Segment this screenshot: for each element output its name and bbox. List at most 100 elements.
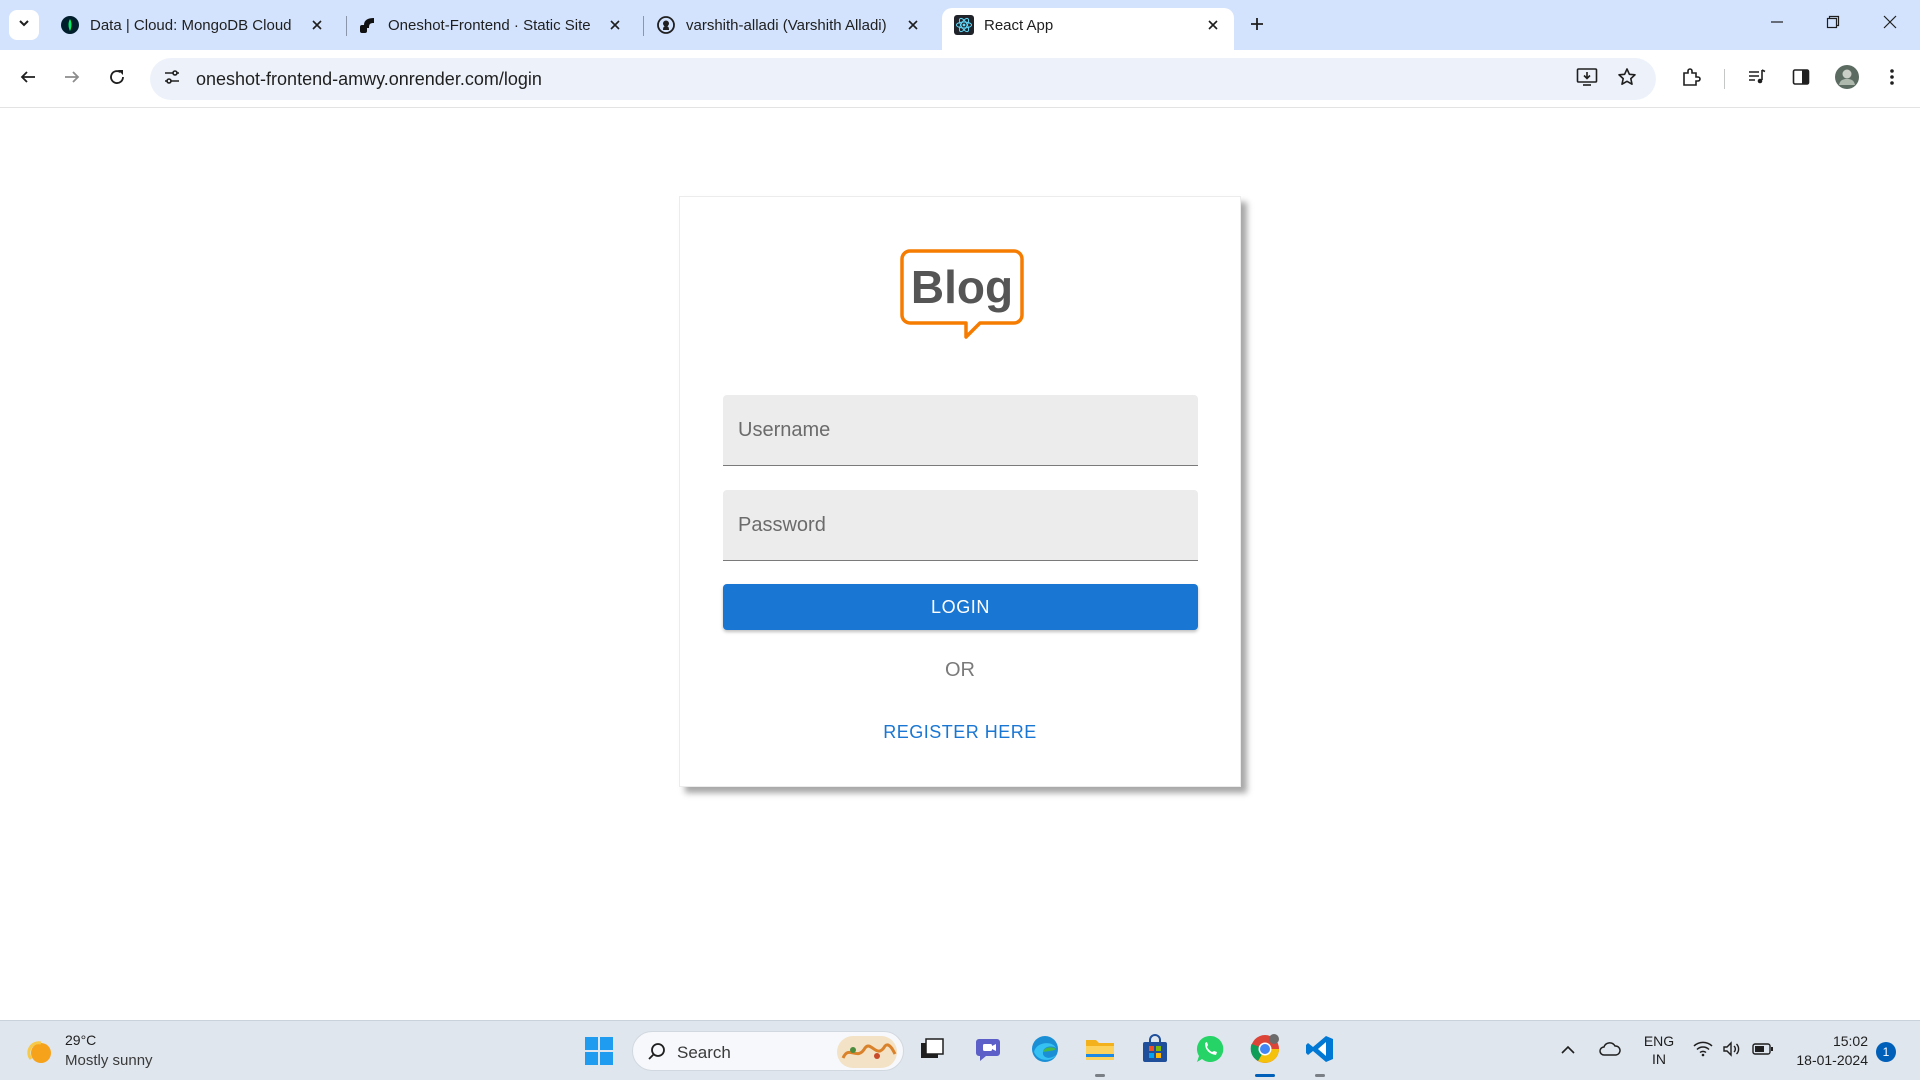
forward-button[interactable] [56, 63, 88, 95]
search-placeholder: Search [677, 1043, 731, 1062]
media-control-button[interactable] [1741, 63, 1773, 95]
folder-icon [1084, 1035, 1116, 1068]
task-view-icon [919, 1037, 945, 1066]
search-icon [647, 1042, 667, 1062]
close-window-button[interactable] [1868, 8, 1912, 40]
tab-render[interactable]: Oneshot-Frontend · Static Site [346, 8, 636, 42]
tab-title: React App [984, 16, 1054, 34]
windows-icon [584, 1037, 614, 1070]
battery-button[interactable] [1751, 1039, 1775, 1063]
render-icon [358, 15, 378, 35]
language-code: ENG [1643, 1033, 1675, 1049]
tune-icon [163, 68, 181, 91]
notification-badge[interactable]: 1 [1876, 1042, 1896, 1062]
system-clock[interactable]: 15:02 18-01-2024 [1788, 1032, 1868, 1070]
clock-date: 18-01-2024 [1796, 1052, 1868, 1068]
weather-temperature[interactable]: 29°C [65, 1032, 96, 1048]
weather-description[interactable]: Mostly sunny [65, 1052, 153, 1069]
battery-icon [1752, 1042, 1774, 1060]
username-field[interactable] [723, 395, 1198, 466]
chrome-button[interactable] [1247, 1033, 1283, 1077]
react-icon [954, 15, 974, 35]
reload-button[interactable] [101, 63, 133, 95]
tab-title: Data | Cloud: MongoDB Cloud [90, 16, 292, 34]
teams-chat-icon [975, 1035, 1005, 1068]
install-icon [1576, 67, 1598, 92]
mongodb-icon [60, 15, 80, 35]
volume-button[interactable] [1720, 1039, 1744, 1063]
password-field[interactable] [723, 490, 1198, 561]
running-indicator [1315, 1074, 1325, 1077]
logo-text: Blog [911, 261, 1013, 313]
side-panel-button[interactable] [1785, 63, 1817, 95]
star-icon [1617, 67, 1637, 92]
close-icon[interactable] [1204, 16, 1222, 34]
windows-taskbar: 29°C Mostly sunny Search ENG IN 15:02 18… [0, 1020, 1920, 1080]
close-icon [1883, 15, 1897, 34]
tab-mongodb[interactable]: Data | Cloud: MongoDB Cloud [48, 8, 338, 42]
tab-strip: Data | Cloud: MongoDB Cloud Oneshot-Fron… [0, 0, 1920, 50]
wifi-icon [1693, 1041, 1713, 1062]
blog-logo: Blog [900, 247, 1024, 339]
login-button[interactable]: LOGIN [723, 584, 1198, 630]
password-input[interactable] [723, 490, 1198, 560]
arrow-right-icon [63, 68, 81, 91]
chevron-up-icon [1560, 1042, 1576, 1060]
running-indicator [1255, 1074, 1275, 1077]
file-explorer-button[interactable] [1082, 1033, 1118, 1077]
taskbar-search[interactable]: Search [632, 1031, 904, 1071]
site-info-button[interactable] [160, 67, 184, 91]
show-hidden-icons-button[interactable] [1556, 1039, 1580, 1063]
or-divider-text: OR [945, 659, 975, 681]
close-icon[interactable] [606, 16, 624, 34]
vscode-button[interactable] [1302, 1033, 1338, 1077]
search-highlight-image [837, 1036, 897, 1068]
chevron-down-icon [17, 16, 31, 35]
edge-button[interactable] [1027, 1033, 1063, 1069]
minimize-icon [1770, 15, 1784, 34]
url-text[interactable]: oneshot-frontend-amwy.onrender.com/login [196, 69, 542, 90]
task-view-button[interactable] [914, 1033, 950, 1069]
install-app-button[interactable] [1574, 67, 1600, 91]
toolbar-separator [1724, 69, 1725, 89]
close-icon[interactable] [904, 16, 922, 34]
vscode-icon [1305, 1034, 1335, 1069]
speaker-icon [1722, 1040, 1742, 1062]
new-tab-button[interactable] [1243, 12, 1271, 40]
side-panel-icon [1792, 68, 1810, 91]
avatar [1834, 64, 1860, 95]
minimize-button[interactable] [1755, 8, 1799, 40]
bookmark-button[interactable] [1614, 67, 1640, 91]
store-icon [1140, 1033, 1170, 1069]
tab-search-button[interactable] [9, 10, 39, 40]
puzzle-icon [1681, 67, 1701, 92]
tab-react-app[interactable]: React App [942, 8, 1234, 50]
start-button[interactable] [584, 1036, 614, 1066]
profile-avatar[interactable] [1831, 63, 1863, 95]
restore-icon [1826, 15, 1840, 34]
extensions-button[interactable] [1675, 63, 1707, 95]
plus-icon [1249, 16, 1265, 37]
running-indicator [1095, 1074, 1105, 1077]
clock-time: 15:02 [1832, 1033, 1868, 1049]
wifi-button[interactable] [1691, 1039, 1715, 1063]
microsoft-store-button[interactable] [1137, 1033, 1173, 1069]
tab-github[interactable]: varshith-alladi (Varshith Alladi) [644, 8, 934, 42]
onedrive-button[interactable] [1598, 1039, 1622, 1063]
address-bar[interactable]: oneshot-frontend-amwy.onrender.com/login [150, 58, 1656, 100]
whatsapp-icon [1195, 1034, 1225, 1069]
register-link[interactable]: REGISTER HERE [680, 722, 1240, 743]
close-icon[interactable] [308, 16, 326, 34]
media-queue-icon [1747, 68, 1767, 91]
teams-chat-button[interactable] [972, 1033, 1008, 1069]
github-icon [656, 15, 676, 35]
browser-toolbar: oneshot-frontend-amwy.onrender.com/login [0, 50, 1920, 108]
username-input[interactable] [723, 395, 1198, 465]
restore-button[interactable] [1811, 8, 1855, 40]
language-indicator[interactable]: ENG IN [1641, 1032, 1677, 1068]
chrome-menu-button[interactable] [1876, 63, 1908, 95]
back-button[interactable] [12, 63, 44, 95]
weather-sunny-icon[interactable] [27, 1037, 57, 1067]
edge-icon [1030, 1034, 1060, 1069]
whatsapp-button[interactable] [1192, 1033, 1228, 1069]
